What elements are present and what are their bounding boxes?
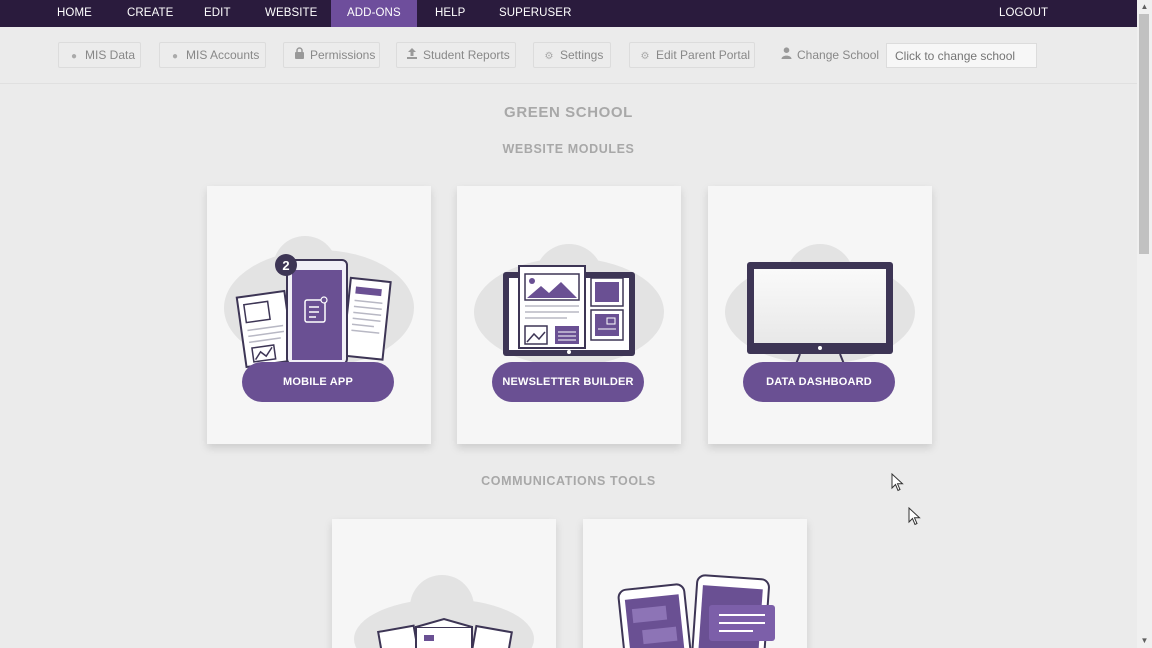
vertical-scrollbar[interactable]: ▲ ▼ [1137,0,1152,648]
mis-data-button[interactable]: ● MIS Data [58,42,141,68]
permissions-button[interactable]: Permissions [283,42,380,68]
scrollbar-thumb[interactable] [1139,14,1149,254]
settings-label: Settings [560,48,604,62]
lock-icon [292,45,306,69]
communications-tools-heading: COMMUNICATIONS TOOLS [481,474,656,488]
gear-icon: ⚙ [640,51,650,62]
nav-edit[interactable]: EDIT [204,0,231,27]
mis-accounts-button[interactable]: ● MIS Accounts [159,42,266,68]
newsletter-builder-button[interactable]: NEWSLETTER BUILDER [492,362,644,402]
scroll-up-icon[interactable]: ▲ [1137,0,1152,14]
top-nav: HOME CREATE EDIT WEBSITE ADD-ONS HELP SU… [0,0,1137,27]
dot-icon: ● [70,51,78,62]
edit-parent-portal-label: Edit Parent Portal [656,48,751,62]
permissions-label: Permissions [310,48,376,62]
mis-accounts-label: MIS Accounts [186,48,260,62]
communications-card-2[interactable] [583,519,807,648]
settings-button[interactable]: ⚙ Settings [533,42,611,68]
data-dashboard-button[interactable]: DATA DASHBOARD [743,362,895,402]
nav-create[interactable]: CREATE [127,0,173,27]
nav-superuser[interactable]: SUPERUSER [499,0,571,27]
school-name: GREEN SCHOOL [504,104,633,121]
mobile-app-card[interactable]: 2 MOBILE APP [207,186,431,444]
nav-home[interactable]: HOME [57,0,92,27]
change-school-input[interactable] [886,43,1037,68]
email-illustration [354,575,534,648]
dot-icon: ● [171,51,179,62]
website-modules-heading: WEBSITE MODULES [502,142,635,156]
communications-card-1[interactable] [332,519,556,648]
user-icon [779,42,793,68]
edit-parent-portal-button[interactable]: ⚙ Edit Parent Portal [629,42,755,68]
nav-website[interactable]: WEBSITE [265,0,317,27]
mobile-app-button[interactable]: MOBILE APP [242,362,394,402]
scroll-down-icon[interactable]: ▼ [1137,634,1152,648]
badge-count: 2 [282,258,289,273]
newsletter-illustration [474,244,664,366]
student-reports-label: Student Reports [423,48,510,62]
mouse-cursor-icon [908,507,921,526]
mis-data-label: MIS Data [85,48,136,62]
newsletter-builder-card[interactable]: NEWSLETTER BUILDER [457,186,681,444]
nav-add-ons[interactable]: ADD-ONS [331,0,417,27]
mobile-app-illustration: 2 [224,236,414,369]
change-school-label-group: Change School [779,42,879,68]
student-reports-button[interactable]: Student Reports [396,42,516,68]
mouse-cursor-icon [891,473,904,492]
upload-icon [405,45,419,69]
change-school-label: Change School [797,48,880,62]
data-dashboard-card[interactable]: DATA DASHBOARD [708,186,932,444]
nav-help[interactable]: HELP [435,0,465,27]
monitor-illustration [725,244,915,365]
messaging-illustration [617,574,775,648]
logout-link[interactable]: LOGOUT [999,0,1048,27]
gear-icon: ⚙ [544,51,554,62]
